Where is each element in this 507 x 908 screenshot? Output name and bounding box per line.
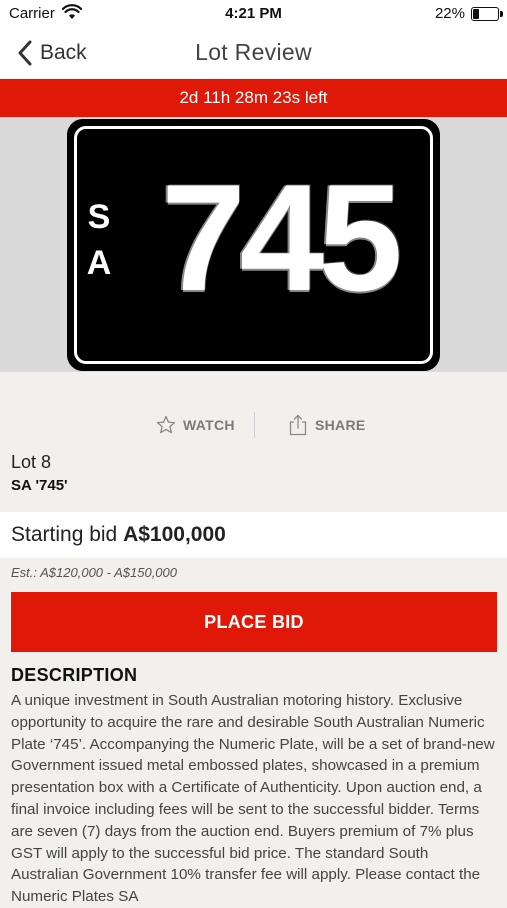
star-icon [156, 415, 176, 434]
plate-number: 745 [161, 153, 403, 323]
share-button[interactable]: SHARE [288, 408, 366, 442]
share-label: SHARE [315, 417, 366, 433]
number-plate: SA 745 [67, 119, 440, 371]
lot-title: SA '745' [11, 477, 68, 494]
status-bar: Carrier 4:21 PM 22% [0, 0, 507, 28]
page-title: Lot Review [195, 39, 312, 65]
plate-state-code: SA [86, 198, 112, 282]
battery-percentage: 22% [434, 5, 465, 22]
estimate-range: Est.: A$120,000 - A$150,000 [11, 565, 177, 580]
watch-label: WATCH [183, 417, 235, 433]
watch-button[interactable]: WATCH [156, 408, 235, 442]
description-heading: DESCRIPTION [11, 665, 138, 685]
share-icon [289, 414, 307, 436]
clock: 4:21 PM [225, 5, 282, 22]
navigation-bar: Back Lot Review [0, 28, 507, 78]
starting-bid-label: Starting bid [11, 523, 118, 546]
lot-number: Lot 8 [11, 452, 52, 472]
battery-icon [471, 7, 503, 21]
action-bar: WATCH SHARE [0, 400, 507, 450]
divider [254, 412, 255, 438]
lot-image: SA 745 [0, 117, 507, 372]
starting-bid-amount: A$100,000 [123, 523, 226, 546]
countdown-banner: 2d 11h 28m 23s left [0, 79, 507, 117]
description-text: A unique investment in South Australian … [11, 692, 495, 906]
place-bid-button[interactable]: PLACE BID [11, 592, 497, 652]
starting-bid-row: Starting bid A$100,000 [0, 512, 507, 558]
